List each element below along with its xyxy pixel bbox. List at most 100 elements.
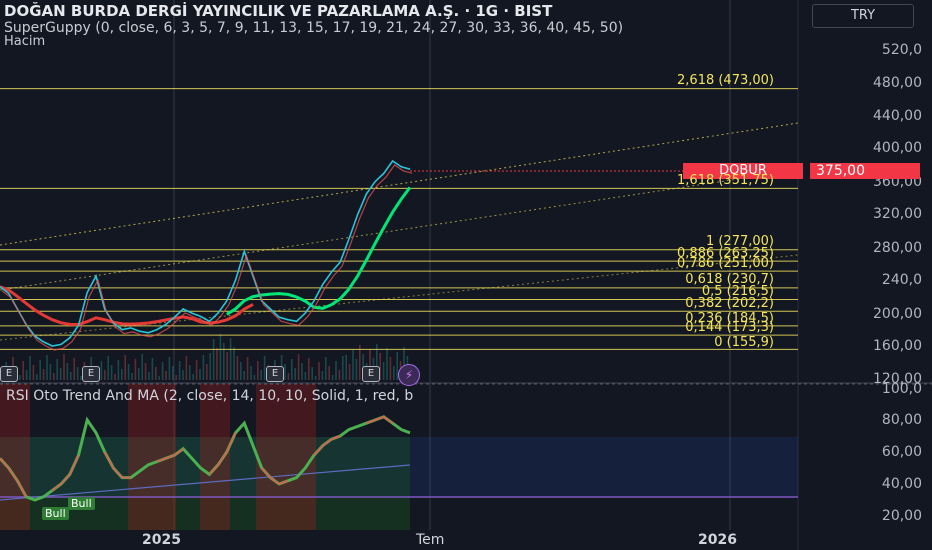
chart-root[interactable]: DOĞAN BURDA DERGİ YAYINCILIK VE PAZARLAM…: [0, 0, 932, 550]
volume-bar: [192, 374, 194, 380]
volume-bar: [246, 357, 249, 380]
volume-bar: [25, 370, 28, 380]
volume-bar: [141, 354, 143, 380]
rsi-axis-label[interactable]: 100,0: [882, 381, 922, 397]
volume-bar: [59, 368, 62, 380]
volume-bar: [291, 359, 293, 380]
volume-bar: [301, 363, 303, 380]
volume-bar: [189, 365, 191, 380]
volume-bar: [257, 361, 259, 380]
last-price-tag: 375,00: [810, 163, 920, 179]
volume-bar: [209, 353, 211, 380]
earnings-marker[interactable]: E: [362, 366, 380, 382]
volume-bar: [107, 356, 109, 380]
volume-bar: [175, 375, 177, 380]
time-axis-label[interactable]: 2025: [142, 532, 181, 548]
volume-bar: [345, 355, 347, 380]
volume-bar: [39, 360, 41, 380]
price-axis-label[interactable]: 200,00: [873, 306, 922, 322]
volume-bar: [56, 359, 58, 380]
volume-bar: [63, 354, 65, 380]
rsi-axis-label[interactable]: 60,00: [882, 444, 922, 460]
lightning-icon[interactable]: ⚡: [398, 364, 420, 386]
earnings-marker[interactable]: E: [266, 366, 284, 382]
bull-signal-label: Bull: [68, 497, 95, 510]
price-axis-label[interactable]: 160,00: [873, 338, 922, 354]
volume-bar: [304, 372, 307, 380]
volume-bar: [389, 357, 392, 380]
price-axis-label[interactable]: 280,00: [873, 240, 922, 256]
volume-bar: [42, 369, 45, 380]
volume-bar: [161, 362, 164, 380]
earnings-marker[interactable]: E: [82, 366, 100, 382]
time-axis-label[interactable]: Tem: [416, 532, 444, 548]
volume-legend[interactable]: Hacim: [4, 34, 45, 49]
volume-bar: [382, 362, 385, 380]
rsi-axis-label[interactable]: 20,00: [882, 508, 922, 524]
volume-bar: [342, 356, 344, 380]
volume-bar: [338, 370, 341, 380]
volume-bar: [46, 355, 48, 380]
volume-bar: [393, 366, 395, 380]
volume-bar: [212, 339, 215, 380]
volume-bar: [155, 367, 157, 380]
indicator-legend[interactable]: SuperGuppy (0, close, 6, 3, 5, 7, 9, 11,…: [4, 20, 794, 36]
volume-bar: [158, 376, 160, 380]
rsi-indicator-legend[interactable]: RSI Oto Trend And MA (2, close, 14, 10, …: [6, 388, 796, 404]
fib-label: 0,382 (202,2): [685, 296, 774, 311]
fib-label: 1,618 (351,75): [677, 173, 774, 188]
volume-bar: [29, 356, 31, 380]
volume-bar: [386, 348, 388, 380]
time-axis-label[interactable]: 2026: [698, 532, 737, 548]
price-axis-label[interactable]: 400,00: [873, 140, 922, 156]
volume-bar: [178, 361, 181, 380]
volume-bar: [172, 366, 174, 380]
price-axis-label[interactable]: 320,00: [873, 206, 922, 222]
volume-bar: [308, 358, 310, 380]
bull-signal-label: Bull: [42, 507, 69, 520]
volume-bar: [355, 359, 358, 380]
volume-bar: [117, 360, 120, 380]
volume-bar: [216, 348, 218, 380]
volume-bar: [22, 361, 24, 380]
volume-bar: [182, 370, 184, 380]
volume-bar: [138, 368, 140, 380]
rsi-axis-label[interactable]: 80,00: [882, 412, 922, 428]
volume-bar: [131, 373, 133, 380]
volume-bar: [318, 362, 320, 380]
volume-bar: [199, 369, 201, 380]
volume-bar: [335, 361, 337, 380]
volume-bar: [240, 362, 242, 380]
volume-bar: [250, 366, 252, 380]
currency-selector[interactable]: TRY: [812, 4, 914, 28]
volume-bar: [206, 364, 208, 380]
volume-bar: [352, 350, 354, 380]
rsi-red-zone: [256, 384, 316, 530]
volume-bar: [331, 375, 334, 380]
fib-label: 2,618 (473,00): [677, 73, 774, 88]
fib-label: 0,786 (251,00): [677, 256, 774, 271]
price-axis-label[interactable]: 520,0: [882, 42, 922, 58]
volume-bar: [325, 357, 327, 380]
volume-bar: [348, 364, 351, 380]
volume-bar: [253, 375, 256, 380]
price-axis-label[interactable]: 440,00: [873, 108, 922, 124]
volume-bar: [243, 371, 245, 380]
volume-bar: [314, 376, 317, 380]
earnings-marker[interactable]: E: [0, 366, 18, 382]
volume-bar: [66, 363, 69, 380]
volume-bar: [73, 358, 75, 380]
volume-bar: [287, 373, 290, 380]
price-axis-label[interactable]: 480,00: [873, 75, 922, 91]
volume-bar: [311, 367, 313, 380]
volume-bar: [168, 357, 171, 380]
rsi-red-zone: [0, 384, 30, 530]
rsi-axis-label[interactable]: 40,00: [882, 476, 922, 492]
volume-bar: [202, 355, 205, 380]
price-axis-label[interactable]: 240,0: [882, 272, 922, 288]
volume-bar: [53, 373, 55, 380]
volume-bar: [110, 365, 113, 380]
volume-bar: [233, 347, 235, 380]
chart-canvas[interactable]: [0, 0, 932, 550]
volume-bar: [226, 352, 228, 380]
